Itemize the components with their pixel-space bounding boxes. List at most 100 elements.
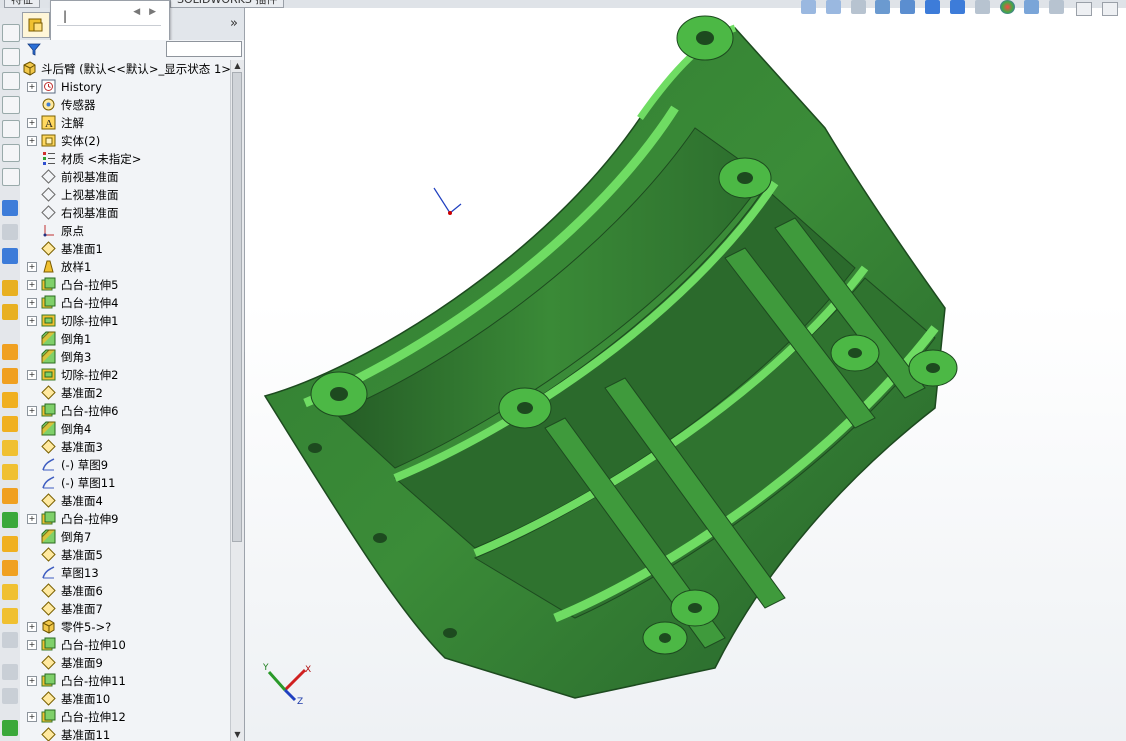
scroll-down-arrow-icon[interactable]: ▼ xyxy=(231,729,244,741)
triad-y-label: Y xyxy=(262,663,269,673)
expand-toggle-icon[interactable]: + xyxy=(27,280,37,290)
sweep-icon[interactable] xyxy=(2,344,18,360)
extrude-icon[interactable] xyxy=(2,280,18,296)
tree-item[interactable]: 倒角4 xyxy=(20,420,230,438)
graphics-viewport[interactable]: X Y Z xyxy=(245,0,1126,741)
tree-item[interactable]: + 实体(2) xyxy=(20,132,230,150)
reference-geometry-icon[interactable] xyxy=(2,632,18,648)
tree-item[interactable]: + A 注解 xyxy=(20,114,230,132)
expand-panel-chevron-icon[interactable]: » xyxy=(230,16,238,31)
wrap-icon[interactable] xyxy=(2,688,18,704)
tree-item[interactable]: 倒角7 xyxy=(20,528,230,546)
tree-item[interactable]: + 零件5->? xyxy=(20,618,230,636)
expand-toggle-icon[interactable]: + xyxy=(27,136,37,146)
tree-item[interactable]: + 凸台-拉伸9 xyxy=(20,510,230,528)
tree-item[interactable]: 前视基准面 xyxy=(20,168,230,186)
tree-item[interactable]: 基准面10 xyxy=(20,690,230,708)
filter-field[interactable] xyxy=(166,41,242,57)
loft-tool-icon[interactable] xyxy=(2,368,18,384)
relation-icon[interactable] xyxy=(2,224,18,240)
cube-icon[interactable] xyxy=(2,120,20,138)
hinge-lug xyxy=(908,349,958,387)
curves-icon[interactable] xyxy=(2,608,18,624)
shell-icon[interactable] xyxy=(2,464,18,480)
tree-item[interactable]: 倒角3 xyxy=(20,348,230,366)
revolve-icon[interactable] xyxy=(2,304,18,320)
expand-toggle-icon[interactable]: + xyxy=(27,370,37,380)
expand-toggle-icon[interactable]: + xyxy=(27,640,37,650)
tree-item[interactable]: 基准面11 xyxy=(20,726,230,741)
tree-item[interactable]: + 凸台-拉伸11 xyxy=(20,672,230,690)
pattern-icon[interactable] xyxy=(2,536,18,552)
tab-features[interactable]: 特征 xyxy=(4,0,40,8)
left-command-toolbar xyxy=(0,8,21,741)
tree-item[interactable]: + 凸台-拉伸12 xyxy=(20,708,230,726)
expand-toggle-icon[interactable]: + xyxy=(27,118,37,128)
expand-toggle-icon[interactable]: + xyxy=(27,514,37,524)
tree-item[interactable]: 基准面9 xyxy=(20,654,230,672)
expand-toggle-icon[interactable]: + xyxy=(27,622,37,632)
popup-scroll-arrows-icon[interactable]: ◀ ▶ xyxy=(133,7,159,17)
expand-toggle-icon[interactable]: + xyxy=(27,406,37,416)
ref-plane-icon xyxy=(41,655,56,670)
tree-item[interactable]: 基准面1 xyxy=(20,240,230,258)
cut-icon[interactable] xyxy=(2,392,18,408)
instant3d-icon[interactable] xyxy=(2,664,18,680)
tree-item[interactable]: 基准面4 xyxy=(20,492,230,510)
draft-icon[interactable] xyxy=(2,416,18,432)
tree-item[interactable]: 基准面3 xyxy=(20,438,230,456)
tree-item[interactable]: 基准面7 xyxy=(20,600,230,618)
smart-dimension-icon[interactable] xyxy=(2,200,18,216)
tree-item[interactable]: 上视基准面 xyxy=(20,186,230,204)
fillet-icon[interactable] xyxy=(2,488,18,504)
tree-item[interactable]: 基准面2 xyxy=(20,384,230,402)
tree-item[interactable]: + 凸台-拉伸6 xyxy=(20,402,230,420)
repair-icon[interactable] xyxy=(2,248,18,264)
tree-item[interactable]: 基准面5 xyxy=(20,546,230,564)
tab-featuremanager-tree[interactable] xyxy=(22,12,50,38)
tree-item-label: 倒角4 xyxy=(61,422,92,436)
scroll-up-arrow-icon[interactable]: ▲ xyxy=(231,60,244,72)
tree-item[interactable]: + 放样1 xyxy=(20,258,230,276)
appearance-icon[interactable] xyxy=(2,720,18,736)
tree-item-label: 切除-拉伸1 xyxy=(61,314,119,328)
tree-item[interactable]: 基准面6 xyxy=(20,582,230,600)
tree-item[interactable]: 传感器 xyxy=(20,96,230,114)
filter-icon[interactable] xyxy=(27,42,41,56)
tree-item[interactable]: 右视基准面 xyxy=(20,204,230,222)
tree-item[interactable]: + History xyxy=(20,78,230,96)
tree-item[interactable]: 草图13 xyxy=(20,564,230,582)
tree-item[interactable]: + 凸台-拉伸4 xyxy=(20,294,230,312)
expand-toggle-icon[interactable]: + xyxy=(27,82,37,92)
mirror-icon[interactable] xyxy=(2,560,18,576)
scroll-thumb[interactable] xyxy=(232,72,242,542)
expand-toggle-icon[interactable]: + xyxy=(27,712,37,722)
tree-item[interactable]: 原点 xyxy=(20,222,230,240)
tree-item[interactable]: + 切除-拉伸2 xyxy=(20,366,230,384)
tree-root[interactable]: 斗后臂 (默认<<默认>_显示状态 1>) xyxy=(20,60,230,78)
model-view[interactable]: X Y Z xyxy=(245,8,1126,741)
expand-toggle-icon[interactable]: + xyxy=(27,676,37,686)
rib-icon[interactable] xyxy=(2,440,18,456)
chamfer-tool-icon[interactable] xyxy=(2,512,18,528)
tree-item[interactable]: 材质 <未指定> xyxy=(20,150,230,168)
cube-icon[interactable] xyxy=(2,168,20,186)
expand-toggle-icon[interactable]: + xyxy=(27,316,37,326)
tree-item[interactable]: + 凸台-拉伸5 xyxy=(20,276,230,294)
cube-icon[interactable] xyxy=(2,96,20,114)
tree-item[interactable]: + 切除-拉伸1 xyxy=(20,312,230,330)
expand-toggle-icon[interactable]: + xyxy=(27,298,37,308)
cube-icon[interactable] xyxy=(2,72,20,90)
cube-icon[interactable] xyxy=(2,48,20,66)
tree-item[interactable]: 倒角1 xyxy=(20,330,230,348)
cube-icon[interactable] xyxy=(2,24,20,42)
tab-solidworks-addins[interactable]: SOLIDWORKS 插件 xyxy=(170,0,285,8)
tree-item[interactable]: (-) 草图9 xyxy=(20,456,230,474)
cube-icon[interactable] xyxy=(2,144,20,162)
tree-item[interactable]: (-) 草图11 xyxy=(20,474,230,492)
hole-wizard-icon[interactable] xyxy=(2,584,18,600)
expand-toggle-icon[interactable]: + xyxy=(27,262,37,272)
bucket-rear-arm-model[interactable] xyxy=(263,15,958,699)
tree-item[interactable]: + 凸台-拉伸10 xyxy=(20,636,230,654)
tree-scrollbar[interactable]: ▲ ▼ xyxy=(230,60,244,741)
